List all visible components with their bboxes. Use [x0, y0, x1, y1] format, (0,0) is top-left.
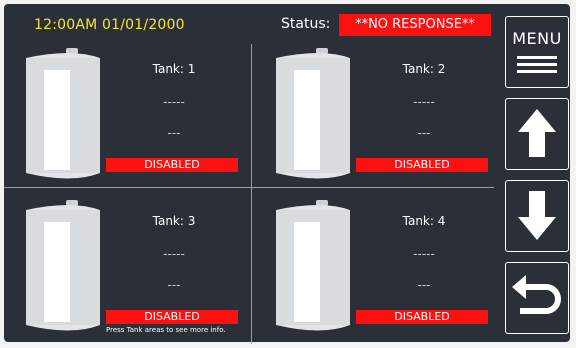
arrow-down-icon	[518, 191, 556, 240]
tank-panel-1[interactable]: Tank: 1 ----- --- DISABLED	[4, 48, 244, 188]
tank-reading-primary: -----	[413, 95, 435, 109]
scroll-down-button[interactable]	[505, 180, 569, 252]
scroll-up-button[interactable]	[505, 98, 569, 170]
tank-hint-text: Press Tank areas to see more info.	[106, 326, 226, 334]
tank-icon	[26, 48, 100, 179]
tank-reading-secondary: ---	[167, 126, 181, 140]
tank-icon	[276, 200, 350, 331]
tank-name: Tank: 2	[402, 62, 446, 76]
status-label: Status:	[281, 16, 331, 32]
hmi-screen: 12:00AM 01/01/2000 Status: **NO RESPONSE…	[4, 4, 570, 344]
tank-state-badge: DISABLED	[356, 310, 488, 324]
tank-reading-primary: -----	[413, 247, 435, 261]
tank-icon	[26, 200, 100, 331]
tank-state-badge: DISABLED	[356, 158, 488, 172]
tank-reading-secondary: ---	[167, 278, 181, 292]
tank-name: Tank: 1	[152, 62, 196, 76]
tank-state-badge: DISABLED	[106, 158, 238, 172]
clock-display: 12:00AM 01/01/2000	[34, 17, 185, 33]
tank-panel-3[interactable]: Tank: 3 ----- --- DISABLED	[4, 200, 244, 340]
back-button[interactable]	[505, 262, 569, 334]
tank-reading-primary: -----	[163, 95, 185, 109]
menu-button[interactable]: MENU	[505, 16, 569, 88]
grid-divider-vertical	[251, 44, 252, 344]
tank-reading-secondary: ---	[417, 278, 431, 292]
tank-name: Tank: 4	[402, 214, 446, 228]
tank-panel-2[interactable]: Tank: 2 ----- --- DISABLED	[254, 48, 494, 188]
tank-reading-secondary: ---	[417, 126, 431, 140]
tank-panel-4[interactable]: Tank: 4 ----- --- DISABLED	[254, 200, 494, 340]
tank-reading-primary: -----	[163, 247, 185, 261]
tank-name: Tank: 3	[152, 214, 196, 228]
tank-state-badge: DISABLED	[106, 310, 238, 324]
arrow-up-icon	[518, 109, 556, 157]
hamburger-icon	[517, 56, 557, 73]
return-icon	[512, 275, 561, 314]
status-badge: **NO RESPONSE**	[339, 14, 491, 36]
tank-icon	[276, 48, 350, 179]
